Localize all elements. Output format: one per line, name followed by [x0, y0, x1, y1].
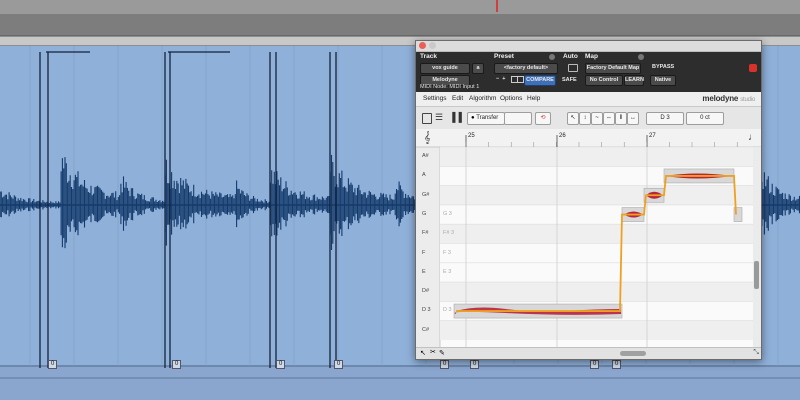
menu-help[interactable]: Help	[527, 95, 540, 102]
pitch-readout[interactable]: D 3	[646, 112, 684, 125]
transfer-field[interactable]	[504, 112, 532, 125]
region-marker[interactable]: 0	[334, 360, 344, 369]
plugin-header: Track Preset Auto Map vox guide a Melody…	[416, 52, 761, 92]
pitch-row-label: A#	[422, 153, 429, 159]
scale-grid-label: G 3	[443, 210, 452, 217]
track-section-label: Track	[420, 53, 437, 60]
link-tool-icon[interactable]: ⟲	[535, 112, 551, 125]
compare-button[interactable]: COMPARE	[524, 75, 556, 86]
close-window-button[interactable]	[419, 42, 426, 49]
transfer-button[interactable]: ● Transfer	[467, 112, 505, 125]
bar-number: 27	[649, 133, 656, 139]
paste-icon[interactable]	[517, 76, 524, 83]
note-editor[interactable]: 𝄞 ♩ 25 26 27 A# A G# G F# F E D# D 3 C# G 3 F# 3 F 3 E…	[416, 129, 761, 349]
menu-edit[interactable]: Edit	[452, 95, 463, 102]
melodyne-logo: melodyne studio	[702, 94, 755, 103]
pitch-row-label: F	[422, 249, 426, 256]
bypass-button[interactable]: BYPASS	[652, 64, 674, 70]
vertical-scrollbar-thumb[interactable]	[754, 261, 759, 289]
region-marker[interactable]: 0	[612, 360, 622, 369]
pitch-row-label: E	[422, 268, 426, 275]
region-marker[interactable]: 0	[470, 360, 480, 369]
menu-algorithm[interactable]: Algorithm	[469, 95, 496, 102]
amplitude-tool-icon[interactable]: ⦀	[615, 112, 627, 125]
pitch-row-label: G	[422, 210, 427, 217]
pitch-row-label: A	[422, 172, 426, 179]
preset-section-label: Preset	[494, 53, 514, 60]
bar-number: 26	[559, 133, 566, 139]
plugin-footer: ↖ ✂ ✎ ⤡	[416, 347, 761, 359]
safe-button[interactable]: SAFE	[562, 77, 577, 83]
menu-settings[interactable]: Settings	[423, 95, 447, 102]
plugin-titlebar[interactable]	[416, 41, 761, 52]
horizontal-scrollbar-thumb[interactable]	[620, 351, 646, 356]
plugin-toolbar: ☰ ▐▐ ● Transfer ⟲ ↖ ↕ ~ ⇔ ⦀ ↔ D 3 0 ct	[416, 107, 761, 130]
pencil-icon[interactable]: ✎	[439, 349, 445, 357]
automation-icon[interactable]	[568, 64, 578, 72]
quarter-note-icon[interactable]: ♩	[748, 132, 758, 143]
preset-minus-plus[interactable]: − +	[496, 76, 505, 82]
region-marker[interactable]: 0	[48, 360, 58, 369]
scissors-icon[interactable]: ✂	[430, 348, 436, 356]
pitch-row-label: D 3	[422, 307, 431, 314]
map-selector[interactable]: Factory Default Map	[585, 63, 641, 74]
scale-grid-label: E 3	[443, 268, 452, 275]
melodyne-plugin-window[interactable]: Track Preset Auto Map vox guide a Melody…	[415, 40, 762, 360]
scale-grid-label: D 3	[443, 307, 452, 314]
cents-readout[interactable]: 0 ct	[686, 112, 724, 125]
timing-tool-icon[interactable]: ↔	[627, 112, 639, 125]
scale-grid-label: F 3	[443, 249, 451, 256]
pitch-row-label: C#	[422, 326, 430, 333]
note-assignment-icon[interactable]: ☰	[435, 113, 443, 122]
bar-number: 25	[468, 133, 475, 139]
learn-button[interactable]: LEARN	[624, 75, 644, 86]
native-selector[interactable]: Native	[650, 75, 676, 86]
region-marker[interactable]: 0	[276, 360, 286, 369]
region-marker[interactable]: 0	[172, 360, 182, 369]
map-options-icon[interactable]	[638, 54, 644, 60]
preset-options-icon[interactable]	[549, 54, 555, 60]
track-selector[interactable]: vox guide	[420, 63, 470, 74]
formant-tool-icon[interactable]: ⇔	[603, 112, 615, 125]
editor-view-icon[interactable]	[422, 113, 432, 124]
track-letter-selector[interactable]: a	[472, 63, 484, 74]
treble-clef-icon[interactable]: 𝄞	[424, 132, 431, 145]
map-section-label: Map	[585, 53, 598, 60]
scale-grid-label: F# 3	[443, 230, 455, 237]
resize-grip-icon[interactable]: ⤡	[753, 349, 759, 357]
pitch-row-label: G#	[422, 191, 430, 198]
midi-node-label: MIDI Node: MIDI Input 1	[420, 84, 480, 90]
arrow-tool-icon[interactable]: ↖	[420, 349, 426, 357]
pitch-row-label: F#	[422, 230, 429, 237]
region-marker[interactable]: 0	[590, 360, 600, 369]
minimize-window-button[interactable]	[429, 42, 436, 49]
auto-section-label: Auto	[563, 53, 578, 60]
power-icon[interactable]	[749, 64, 757, 72]
preset-selector[interactable]: <factory default>	[494, 63, 558, 74]
region-marker[interactable]: 0	[440, 360, 450, 369]
pitch-modulation-tool-icon[interactable]: ~	[591, 112, 603, 125]
menu-options[interactable]: Options	[500, 95, 522, 102]
main-tool-icon[interactable]: ↖	[567, 112, 579, 125]
plugin-menubar: Settings Edit Algorithm Options Help mel…	[416, 92, 761, 107]
pitch-row-label: D#	[422, 288, 430, 295]
pitch-tool-icon[interactable]: ↕	[579, 112, 591, 125]
timeline-ruler[interactable]	[0, 0, 800, 14]
control-selector[interactable]: No Control	[585, 75, 623, 86]
sound-editor-icon[interactable]: ▐▐	[449, 112, 462, 122]
